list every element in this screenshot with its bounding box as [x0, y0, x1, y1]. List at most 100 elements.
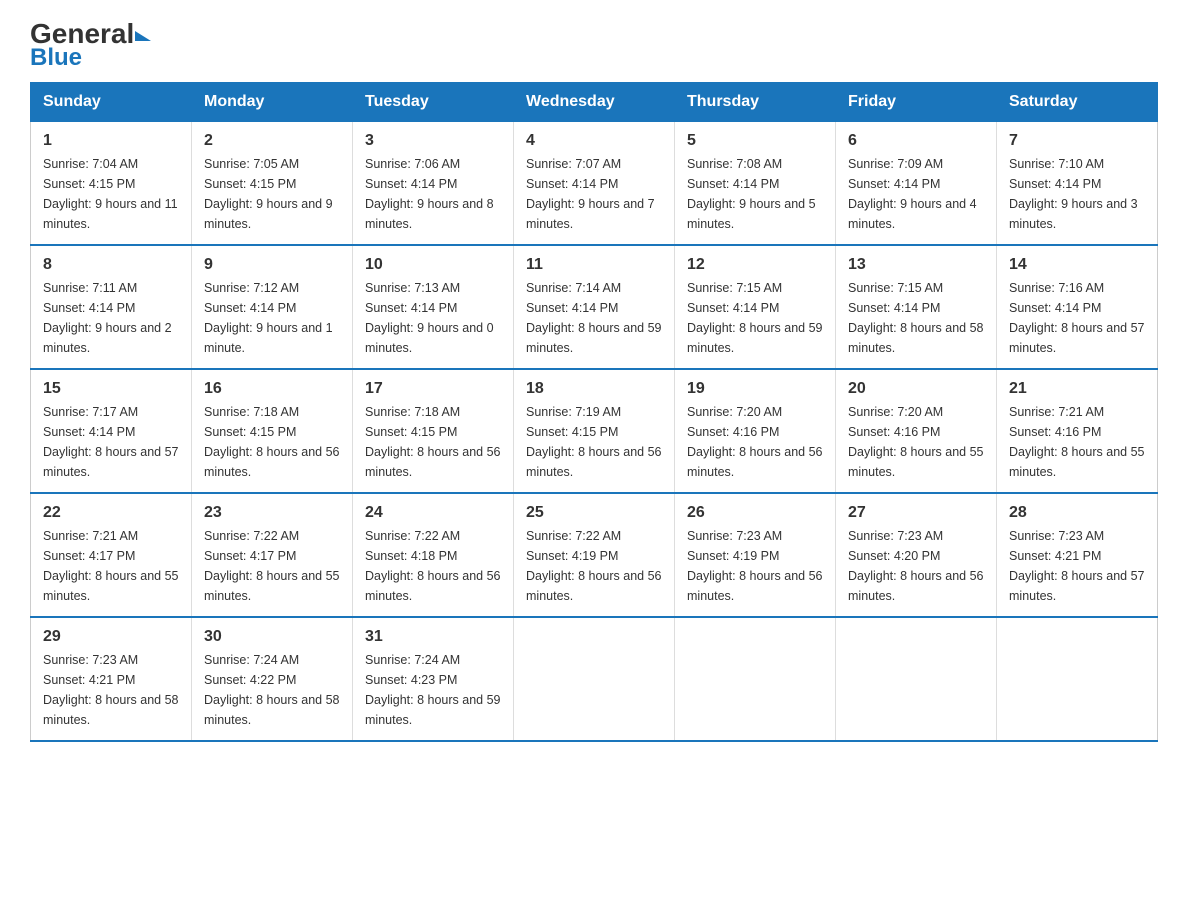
day-number: 24 [365, 504, 501, 522]
day-cell: 27Sunrise: 7:23 AMSunset: 4:20 PMDayligh… [836, 493, 997, 617]
header-cell-wednesday: Wednesday [514, 83, 675, 122]
day-cell [514, 617, 675, 741]
day-info: Sunrise: 7:19 AMSunset: 4:15 PMDaylight:… [526, 402, 662, 482]
day-number: 7 [1009, 132, 1145, 150]
header-cell-friday: Friday [836, 83, 997, 122]
day-number: 30 [204, 628, 340, 646]
header-cell-monday: Monday [192, 83, 353, 122]
day-number: 16 [204, 380, 340, 398]
logo: General Blue [30, 20, 148, 72]
week-row-5: 29 Sunrise: 7:23 AMSunset: 4:21 PMDayligh… [31, 617, 1158, 741]
day-info: Sunrise: 7:06 AMSunset: 4:14 PMDaylight:… [365, 154, 501, 234]
day-cell: 1 Sunrise: 7:04 AMSunset: 4:15 PMDaylight… [31, 122, 192, 246]
header-cell-thursday: Thursday [675, 83, 836, 122]
day-number: 8 [43, 256, 179, 274]
day-number: 20 [848, 380, 984, 398]
day-info: Sunrise: 7:08 AMSunset: 4:14 PMDaylight:… [687, 154, 823, 234]
day-info: Sunrise: 7:16 AMSunset: 4:14 PMDaylight:… [1009, 278, 1145, 358]
day-info: Sunrise: 7:10 AMSunset: 4:14 PMDaylight:… [1009, 154, 1145, 234]
day-cell: 11 Sunrise: 7:14 AMSunset: 4:14 PMDayligh… [514, 245, 675, 369]
day-number: 18 [526, 380, 662, 398]
day-number: 9 [204, 256, 340, 274]
day-info: Sunrise: 7:04 AMSunset: 4:15 PMDaylight:… [43, 154, 179, 234]
day-cell: 14 Sunrise: 7:16 AMSunset: 4:14 PMDayligh… [997, 245, 1158, 369]
day-number: 29 [43, 628, 179, 646]
header-cell-saturday: Saturday [997, 83, 1158, 122]
day-number: 14 [1009, 256, 1145, 274]
day-cell: 25 Sunrise: 7:22 AMSunset: 4:19 PMDayligh… [514, 493, 675, 617]
day-info: Sunrise: 7:15 AMSunset: 4:14 PMDaylight:… [687, 278, 823, 358]
day-info: Sunrise: 7:23 AMSunset: 4:21 PMDaylight:… [1009, 526, 1145, 606]
week-row-1: 1 Sunrise: 7:04 AMSunset: 4:15 PMDaylight… [31, 122, 1158, 246]
page-header: General Blue [30, 20, 1158, 72]
day-number: 13 [848, 256, 984, 274]
day-cell: 12Sunrise: 7:15 AMSunset: 4:14 PMDayligh… [675, 245, 836, 369]
day-cell: 24 Sunrise: 7:22 AMSunset: 4:18 PMDayligh… [353, 493, 514, 617]
day-cell [836, 617, 997, 741]
day-info: Sunrise: 7:23 AMSunset: 4:19 PMDaylight:… [687, 526, 823, 606]
day-cell: 19 Sunrise: 7:20 AMSunset: 4:16 PMDayligh… [675, 369, 836, 493]
day-cell: 29 Sunrise: 7:23 AMSunset: 4:21 PMDayligh… [31, 617, 192, 741]
week-row-4: 22 Sunrise: 7:21 AMSunset: 4:17 PMDayligh… [31, 493, 1158, 617]
day-cell: 7 Sunrise: 7:10 AMSunset: 4:14 PMDaylight… [997, 122, 1158, 246]
calendar-table: SundayMondayTuesdayWednesdayThursdayFrid… [30, 82, 1158, 742]
day-cell: 5 Sunrise: 7:08 AMSunset: 4:14 PMDaylight… [675, 122, 836, 246]
day-cell: 3Sunrise: 7:06 AMSunset: 4:14 PMDaylight… [353, 122, 514, 246]
day-info: Sunrise: 7:09 AMSunset: 4:14 PMDaylight:… [848, 154, 984, 234]
day-info: Sunrise: 7:20 AMSunset: 4:16 PMDaylight:… [848, 402, 984, 482]
day-cell: 15 Sunrise: 7:17 AMSunset: 4:14 PMDayligh… [31, 369, 192, 493]
day-info: Sunrise: 7:18 AMSunset: 4:15 PMDaylight:… [204, 402, 340, 482]
calendar-header: SundayMondayTuesdayWednesdayThursdayFrid… [31, 83, 1158, 122]
logo-triangle-icon [135, 31, 151, 41]
day-number: 5 [687, 132, 823, 150]
day-cell: 26 Sunrise: 7:23 AMSunset: 4:19 PMDayligh… [675, 493, 836, 617]
day-info: Sunrise: 7:23 AMSunset: 4:21 PMDaylight:… [43, 650, 179, 730]
day-info: Sunrise: 7:20 AMSunset: 4:16 PMDaylight:… [687, 402, 823, 482]
day-cell: 13 Sunrise: 7:15 AMSunset: 4:14 PMDayligh… [836, 245, 997, 369]
day-cell [997, 617, 1158, 741]
day-cell: 22 Sunrise: 7:21 AMSunset: 4:17 PMDayligh… [31, 493, 192, 617]
day-cell: 6 Sunrise: 7:09 AMSunset: 4:14 PMDaylight… [836, 122, 997, 246]
day-number: 19 [687, 380, 823, 398]
day-info: Sunrise: 7:11 AMSunset: 4:14 PMDaylight:… [43, 278, 179, 358]
day-number: 28 [1009, 504, 1145, 522]
day-info: Sunrise: 7:18 AMSunset: 4:15 PMDaylight:… [365, 402, 501, 482]
day-cell: 9 Sunrise: 7:12 AMSunset: 4:14 PMDaylight… [192, 245, 353, 369]
day-info: Sunrise: 7:15 AMSunset: 4:14 PMDaylight:… [848, 278, 984, 358]
day-info: Sunrise: 7:24 AMSunset: 4:23 PMDaylight:… [365, 650, 501, 730]
day-cell: 16 Sunrise: 7:18 AMSunset: 4:15 PMDayligh… [192, 369, 353, 493]
day-info: Sunrise: 7:21 AMSunset: 4:16 PMDaylight:… [1009, 402, 1145, 482]
day-number: 4 [526, 132, 662, 150]
day-number: 26 [687, 504, 823, 522]
day-cell: 18 Sunrise: 7:19 AMSunset: 4:15 PMDayligh… [514, 369, 675, 493]
day-info: Sunrise: 7:05 AMSunset: 4:15 PMDaylight:… [204, 154, 340, 234]
day-number: 31 [365, 628, 501, 646]
day-info: Sunrise: 7:22 AMSunset: 4:17 PMDaylight:… [204, 526, 340, 606]
day-cell: 17Sunrise: 7:18 AMSunset: 4:15 PMDayligh… [353, 369, 514, 493]
day-cell: 31 Sunrise: 7:24 AMSunset: 4:23 PMDayligh… [353, 617, 514, 741]
day-cell: 2 Sunrise: 7:05 AMSunset: 4:15 PMDaylight… [192, 122, 353, 246]
header-row: SundayMondayTuesdayWednesdayThursdayFrid… [31, 83, 1158, 122]
day-cell: 10Sunrise: 7:13 AMSunset: 4:14 PMDayligh… [353, 245, 514, 369]
day-number: 6 [848, 132, 984, 150]
day-info: Sunrise: 7:22 AMSunset: 4:18 PMDaylight:… [365, 526, 501, 606]
day-info: Sunrise: 7:22 AMSunset: 4:19 PMDaylight:… [526, 526, 662, 606]
day-number: 21 [1009, 380, 1145, 398]
day-number: 2 [204, 132, 340, 150]
day-cell: 20 Sunrise: 7:20 AMSunset: 4:16 PMDayligh… [836, 369, 997, 493]
day-number: 11 [526, 256, 662, 274]
day-number: 15 [43, 380, 179, 398]
day-info: Sunrise: 7:14 AMSunset: 4:14 PMDaylight:… [526, 278, 662, 358]
day-number: 22 [43, 504, 179, 522]
header-cell-sunday: Sunday [31, 83, 192, 122]
day-info: Sunrise: 7:07 AMSunset: 4:14 PMDaylight:… [526, 154, 662, 234]
day-number: 1 [43, 132, 179, 150]
day-cell: 4 Sunrise: 7:07 AMSunset: 4:14 PMDaylight… [514, 122, 675, 246]
day-cell [675, 617, 836, 741]
day-number: 25 [526, 504, 662, 522]
day-info: Sunrise: 7:17 AMSunset: 4:14 PMDaylight:… [43, 402, 179, 482]
day-info: Sunrise: 7:12 AMSunset: 4:14 PMDaylight:… [204, 278, 340, 358]
day-info: Sunrise: 7:21 AMSunset: 4:17 PMDaylight:… [43, 526, 179, 606]
day-number: 10 [365, 256, 501, 274]
day-number: 27 [848, 504, 984, 522]
